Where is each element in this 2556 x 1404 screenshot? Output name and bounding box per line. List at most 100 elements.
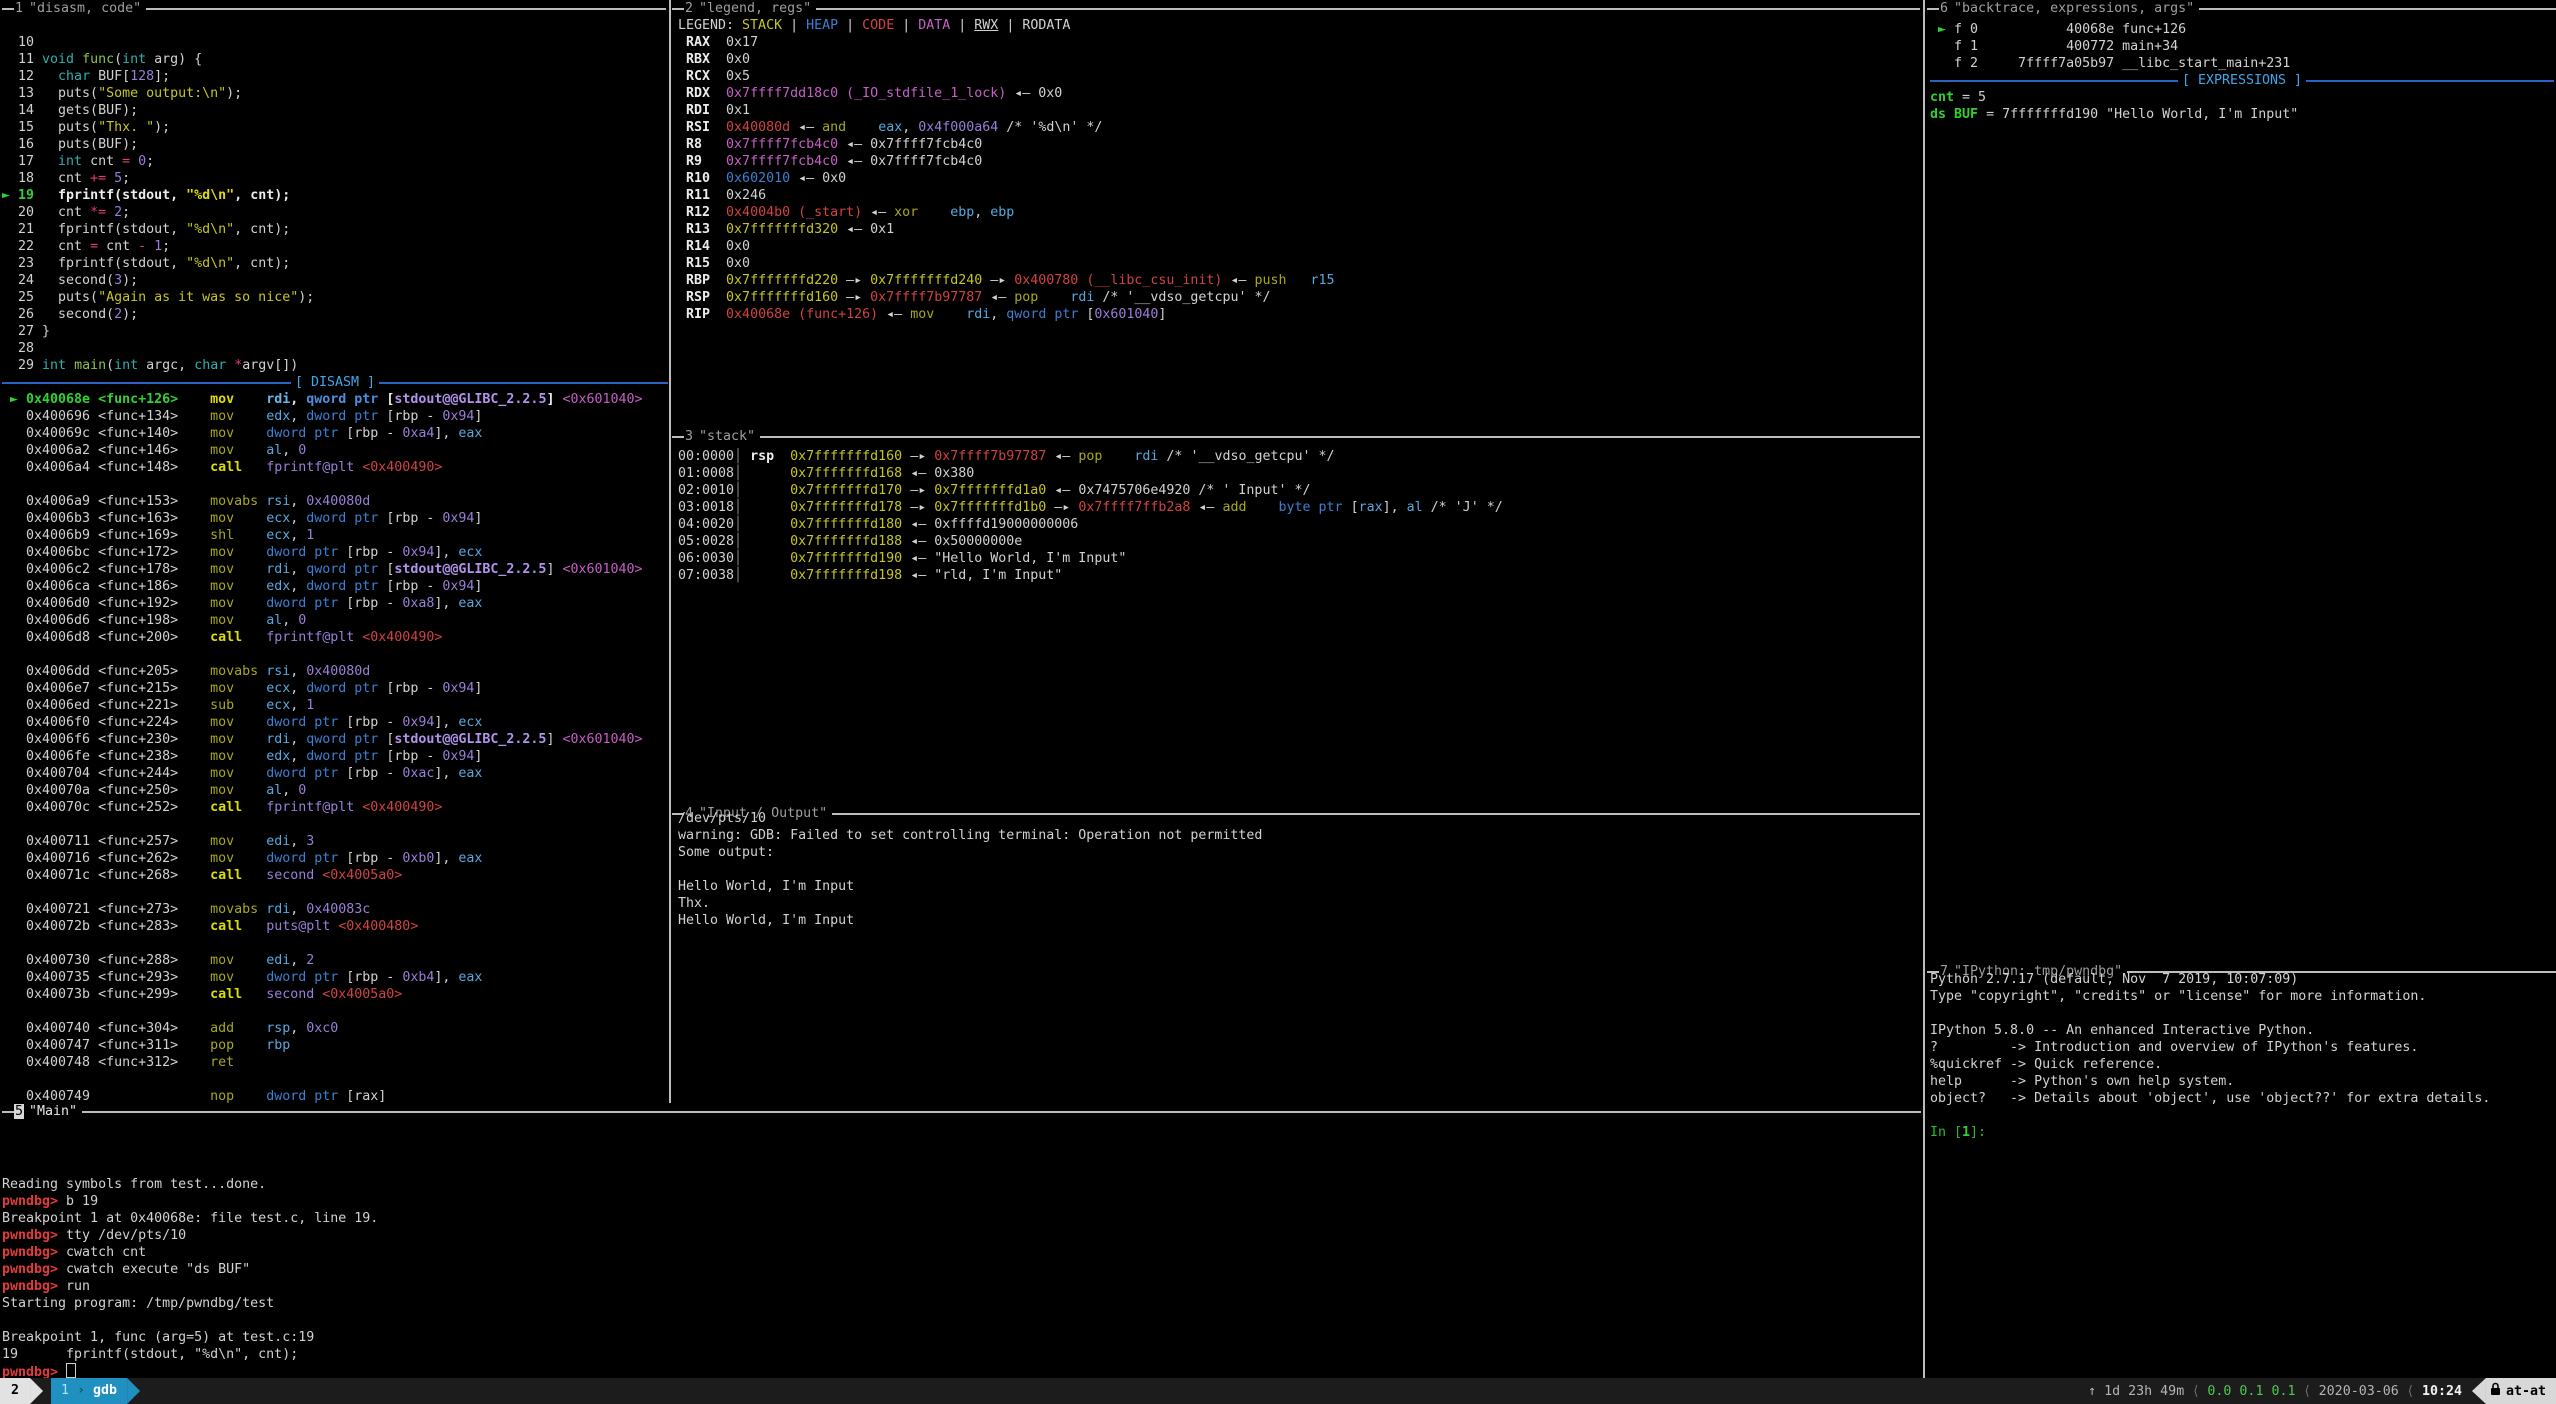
- text-segment: [846, 120, 878, 135]
- text-segment: and: [822, 120, 846, 135]
- text-segment: qword ptr: [1006, 307, 1086, 322]
- text-segment: 28: [2, 341, 34, 356]
- text-segment: <0x601040>: [562, 392, 642, 407]
- window-tab-gdb[interactable]: 1 › gdb: [51, 1378, 127, 1404]
- terminal-line: 13 puts("Some output:\n");: [2, 85, 668, 102]
- text-segment: dword ptr: [306, 749, 386, 764]
- text-segment: argc,: [138, 358, 194, 373]
- terminal-line: [2, 816, 668, 833]
- text-segment: eax: [458, 766, 482, 781]
- text-segment: mov: [210, 579, 234, 594]
- terminal-line: In [1]:: [1930, 1124, 2554, 1141]
- text-segment: mov: [910, 307, 934, 322]
- text-segment: [242, 630, 266, 645]
- text-segment: /dev/pts/10: [678, 811, 766, 826]
- text-segment: add: [1222, 500, 1246, 515]
- text-segment: rdi: [266, 562, 290, 577]
- text-segment: r15: [1311, 273, 1335, 288]
- text-segment: ◂—: [1046, 449, 1078, 464]
- pane-title: "Main": [29, 1104, 77, 1119]
- terminal-line: Hello World, I'm Input: [678, 912, 1922, 929]
- pane-stack[interactable]: 00:0000│ rsp 0x7fffffffd160 —▸ 0x7ffff7b…: [678, 448, 1922, 804]
- text-segment: ◂— 0x0: [1006, 86, 1062, 101]
- text-segment: 0x7ffff7ffb2a8: [1078, 500, 1190, 515]
- pane-input-output[interactable]: /dev/pts/10warning: GDB: Failed to set c…: [678, 810, 1922, 1102]
- text-segment: 05:0028: [678, 534, 734, 549]
- text-segment: cnt: [82, 154, 122, 169]
- text-segment: call: [210, 460, 242, 475]
- text-segment: 0x400711 <func+257>: [2, 834, 210, 849]
- border-line: [672, 436, 684, 438]
- text-segment: mov: [210, 766, 234, 781]
- text-segment: char: [58, 69, 90, 84]
- text-segment: 5: [114, 171, 122, 186]
- text-segment: main: [66, 358, 106, 373]
- text-segment: [234, 970, 266, 985]
- text-segment: 0x602010: [726, 171, 790, 186]
- text-segment: 12: [2, 69, 58, 84]
- pane-ipython[interactable]: Python 2.7.17 (default, Nov 7 2019, 10:0…: [1930, 971, 2554, 1376]
- text-segment: [rbp -: [346, 426, 402, 441]
- text-segment: 25 puts(: [2, 290, 98, 305]
- terminal-line: 0x4006e7 <func+215> mov ecx, dword ptr […: [2, 680, 668, 697]
- terminal-line: Breakpoint 1, func (arg=5) at test.c:19: [2, 1329, 1920, 1346]
- text-segment: ]: [1158, 307, 1166, 322]
- text-segment: ◂— 0x1: [838, 222, 894, 237]
- pane-divider-vertical-left[interactable]: [669, 0, 671, 1103]
- text-segment: argv[]): [242, 358, 298, 373]
- text-segment: eax: [458, 596, 482, 611]
- border-line: [2, 8, 14, 10]
- text-segment: f 2 7ffff7a05b97 __libc_start_main+231: [1930, 56, 2290, 71]
- text-segment: 0x5: [726, 69, 750, 84]
- text-segment: /* 'J' */: [1423, 500, 1503, 515]
- text-segment: [rbp -: [346, 766, 402, 781]
- text-segment: |: [782, 18, 806, 33]
- text-segment: 15 puts(: [2, 120, 98, 135]
- text-segment: RCX: [678, 69, 726, 84]
- text-segment: );: [122, 273, 138, 288]
- text-segment: [234, 851, 266, 866]
- text-segment: ► 19: [2, 188, 34, 203]
- text-segment: ◂— 0xffffd19000000006: [902, 517, 1078, 532]
- text-segment: dword ptr: [266, 545, 346, 560]
- pane-backtrace-expressions[interactable]: ► f 0 40068e func+126 f 1 400772 main+34…: [1930, 21, 2554, 961]
- terminal-line: R8 0x7ffff7fcb4c0 ◂— 0x7ffff7fcb4c0: [678, 136, 1922, 153]
- text-segment: ret: [210, 1055, 234, 1070]
- text-segment: dword ptr: [306, 579, 386, 594]
- pane-main-gdb-console[interactable]: Reading symbols from test...done.pwndbg>…: [2, 1176, 1920, 1378]
- terminal-line: cnt = 5: [1930, 89, 2554, 106]
- text-segment: 3: [114, 273, 122, 288]
- terminal-line: 0x4006ca <func+186> mov edx, dword ptr […: [2, 578, 668, 595]
- text-segment: Starting program: /tmp/pwndbg/test: [2, 1296, 274, 1311]
- terminal-line: 0x4006fe <func+238> mov edx, dword ptr […: [2, 748, 668, 765]
- terminal-line: ► 0x40068e <func+126> mov rdi, qword ptr…: [2, 391, 668, 408]
- text-segment: ecx: [266, 511, 290, 526]
- text-segment: <0x4005a0>: [322, 868, 402, 883]
- text-segment: 26 second(: [2, 307, 114, 322]
- terminal-line: 19 fprintf(stdout, "%d\n", cnt);: [2, 1346, 1920, 1363]
- text-segment: edi: [266, 953, 290, 968]
- text-segment: void: [42, 52, 74, 67]
- text-segment: rdi: [266, 732, 290, 747]
- text-segment: mov: [210, 613, 234, 628]
- pane-disasm-code[interactable]: 10 11 void func(int arg) { 12 char BUF[1…: [2, 17, 668, 1103]
- angle-separator-icon: ⟨: [2408, 1384, 2413, 1399]
- text-segment: ◂— 0x50000000e: [902, 534, 1022, 549]
- pane-legend-regs[interactable]: LEGEND: STACK | HEAP | CODE | DATA | RWX…: [678, 17, 1922, 427]
- lock-icon: [2490, 1382, 2506, 1400]
- text-segment: [234, 732, 266, 747]
- text-segment: [234, 1089, 266, 1103]
- text-segment: object? -> Details about 'object', use '…: [1930, 1091, 2490, 1106]
- text-segment: R13: [678, 222, 726, 237]
- pane-divider-vertical-right[interactable]: [1923, 0, 1925, 1378]
- text-segment: pop: [1078, 449, 1102, 464]
- terminal-line: 0x40069c <func+140> mov dword ptr [rbp -…: [2, 425, 668, 442]
- text-segment: 0x7ffff7b97787: [934, 449, 1046, 464]
- text-segment: In [: [1930, 1125, 1962, 1140]
- text-segment: ],: [434, 426, 458, 441]
- session-badge[interactable]: 2: [0, 1378, 30, 1404]
- text-segment: [242, 919, 266, 934]
- text-segment: —▸: [902, 483, 934, 498]
- text-segment: 1: [306, 698, 314, 713]
- text-segment: ◂— 0x7ffff7fcb4c0: [838, 154, 982, 169]
